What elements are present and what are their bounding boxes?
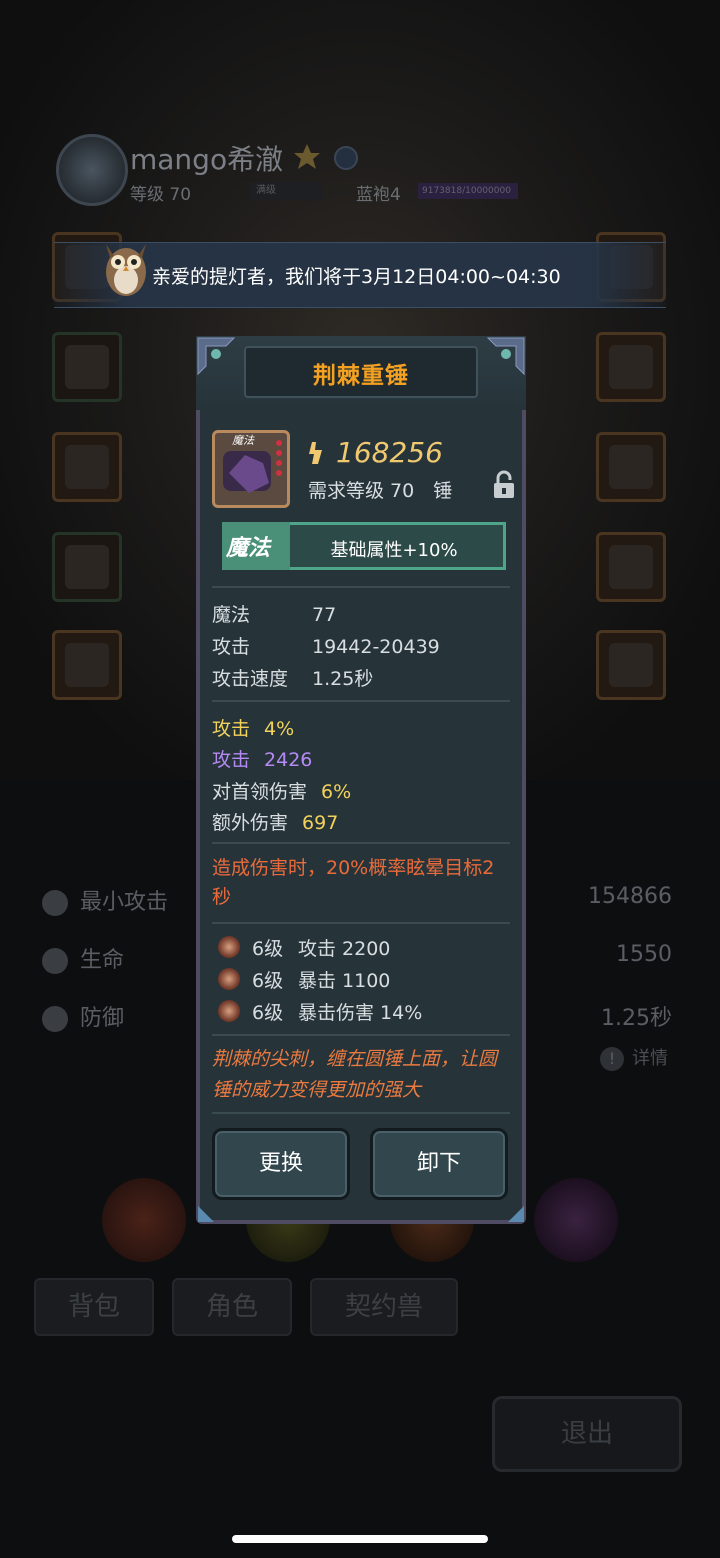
heart-icon bbox=[42, 948, 68, 974]
player-level: 等级 70 bbox=[130, 185, 192, 205]
item-effect: 造成伤害时，20%概率眩晕目标2秒 bbox=[212, 857, 495, 908]
gem-row: 6级 暴击伤害 14% bbox=[252, 1002, 423, 1024]
tab-pet[interactable]: 契约兽 bbox=[310, 1278, 458, 1336]
moon-icon bbox=[334, 146, 358, 170]
divider bbox=[212, 1112, 510, 1114]
base-stat-row: 攻击 19442-20439 bbox=[212, 636, 440, 658]
extra-stat-row: 额外伤害 697 bbox=[212, 812, 339, 834]
divider bbox=[212, 586, 510, 588]
gem-row: 6级 暴击 1100 bbox=[252, 970, 391, 992]
item-flavor-text: 荆棘的尖刺，缠在圆锤上面，让圆锤的威力变得更加的强大 bbox=[212, 1048, 498, 1101]
equip-slot-gloves[interactable] bbox=[52, 532, 122, 602]
divider bbox=[212, 842, 510, 844]
owl-icon bbox=[106, 244, 146, 296]
rank-label: 蓝袍4 bbox=[356, 185, 401, 205]
divider bbox=[212, 700, 510, 702]
item-icon-tag: 魔法 bbox=[232, 434, 254, 447]
affix-tag: 魔法 bbox=[226, 536, 271, 561]
extra-stat-row: 攻击 2426 bbox=[212, 749, 313, 771]
equip-slot-shoulder[interactable] bbox=[52, 630, 122, 700]
rank-progress-bar: 9173818/10000000 bbox=[418, 183, 518, 199]
tab-bag[interactable]: 背包 bbox=[34, 1278, 154, 1336]
gem-icon bbox=[218, 1000, 240, 1022]
equip-slot-armor[interactable] bbox=[52, 332, 122, 402]
info-icon: ! bbox=[600, 1047, 624, 1071]
equip-slot-amulet[interactable] bbox=[596, 532, 666, 602]
equip-slot-boots[interactable] bbox=[52, 432, 122, 502]
replace-button[interactable]: 更换 bbox=[212, 1128, 350, 1200]
base-stat-row: 魔法 77 bbox=[212, 604, 337, 626]
corner-ornament-icon bbox=[197, 337, 236, 376]
banner-message: 亲爱的提灯者，我们将于3月12日04:00~04:30 bbox=[152, 266, 561, 288]
divider bbox=[212, 1034, 510, 1036]
item-power: 168256 bbox=[336, 436, 443, 469]
skill-axes-icon[interactable] bbox=[102, 1178, 186, 1262]
power-icon bbox=[309, 442, 322, 464]
stat-row-min-attack: 最小攻击 bbox=[42, 884, 168, 916]
equip-slot-necklace[interactable] bbox=[596, 432, 666, 502]
lock-icon[interactable] bbox=[492, 470, 516, 500]
tab-character[interactable]: 角色 bbox=[172, 1278, 292, 1336]
item-name: 荆棘重锤 bbox=[313, 363, 409, 389]
detail-link[interactable]: ! 详情 bbox=[600, 1044, 668, 1071]
equip-slot-relic[interactable] bbox=[596, 630, 666, 700]
corner-ornament-icon bbox=[486, 337, 525, 376]
crown-icon bbox=[294, 144, 320, 169]
sword-icon bbox=[42, 890, 68, 916]
player-name: mango希澈 bbox=[130, 143, 284, 176]
extra-stat-row: 对首领伤害 6% bbox=[212, 781, 352, 803]
affix-text: 基础属性+10% bbox=[330, 540, 458, 561]
gem-row: 6级 攻击 2200 bbox=[252, 938, 391, 960]
home-indicator[interactable] bbox=[232, 1535, 488, 1543]
item-requirement: 需求等级 70 锤 bbox=[308, 480, 453, 502]
gem-icon bbox=[218, 936, 240, 958]
level-progress-bar: 满级 bbox=[250, 182, 322, 200]
gem-icon bbox=[218, 968, 240, 990]
player-emblem-icon bbox=[56, 134, 128, 206]
skill-shadow-icon[interactable] bbox=[534, 1178, 618, 1262]
equip-slot-ring[interactable] bbox=[596, 332, 666, 402]
base-stat-row: 攻击速度 1.25秒 bbox=[212, 668, 374, 690]
unequip-button[interactable]: 卸下 bbox=[370, 1128, 508, 1200]
shield-icon bbox=[42, 1006, 68, 1032]
divider bbox=[212, 922, 510, 924]
extra-stat-row: 攻击 4% bbox=[212, 718, 295, 740]
exit-button[interactable]: 退出 bbox=[492, 1396, 682, 1472]
stat-row-health: 生命 bbox=[42, 942, 124, 974]
stat-row-defense: 防御 bbox=[42, 1000, 124, 1032]
